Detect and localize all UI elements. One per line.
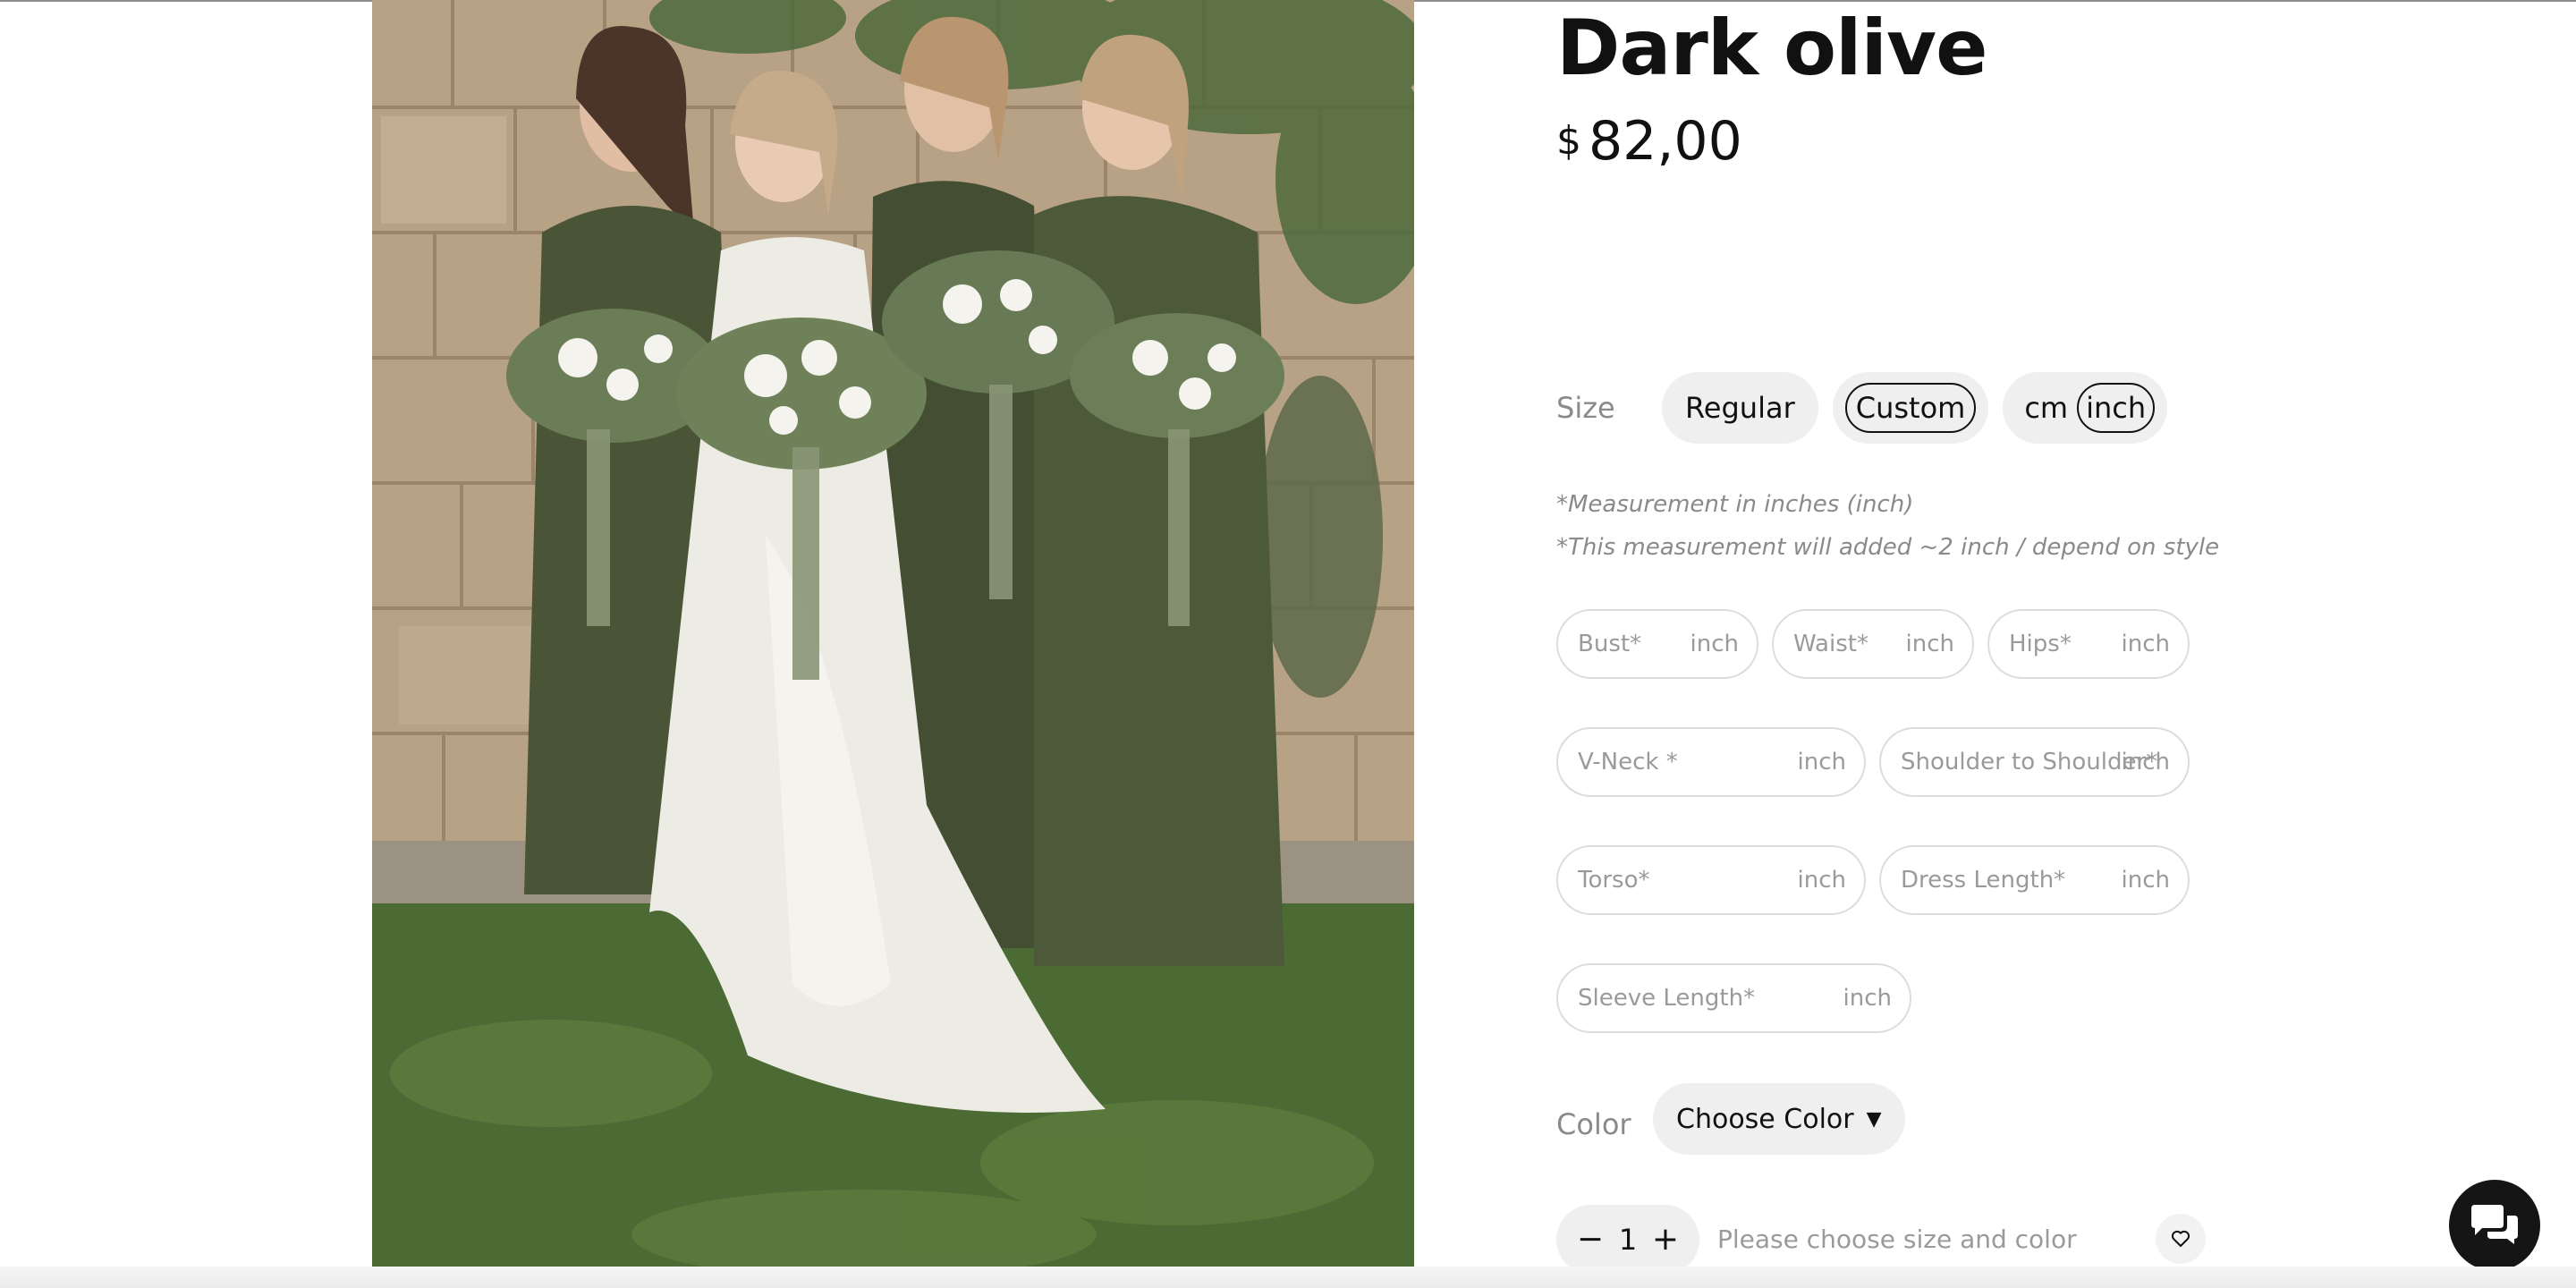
size-option-custom-wrapper: Custom (1832, 372, 1989, 444)
shoulder-field-unit: inch (2121, 749, 2170, 775)
sleeve-length-field[interactable]: Sleeve Length* inch (1556, 963, 1911, 1033)
product-title: Dark olive (1556, 4, 1987, 93)
bust-field[interactable]: Bust* inch (1556, 609, 1758, 679)
dress-length-field-unit: inch (2121, 867, 2170, 894)
bust-field-unit: inch (1690, 631, 1739, 657)
hips-field-unit: inch (2121, 631, 2170, 657)
unit-option-cm[interactable]: cm (2015, 383, 2077, 433)
quantity-increase-button[interactable]: + (1649, 1224, 1682, 1256)
sleeve-length-field-placeholder: Sleeve Length* (1578, 985, 1756, 1012)
measurement-note-unit: *Measurement in inches (inch) (1556, 491, 1914, 518)
wishlist-button[interactable] (2156, 1214, 2206, 1264)
bust-field-placeholder: Bust* (1578, 631, 1642, 657)
hips-field[interactable]: Hips* inch (1987, 609, 2190, 679)
shoulder-field-placeholder: Shoulder to Shoulder* (1901, 749, 2158, 775)
bottom-bar (0, 1267, 2576, 1288)
color-selector: Color Choose Color ▼ (1556, 1082, 1905, 1156)
quantity-stepper: − 1 + (1556, 1205, 1699, 1275)
measurement-note-allowance: *This measurement will added ~2 inch / d… (1556, 534, 2220, 561)
chat-widget-button[interactable] (2449, 1180, 2540, 1271)
choose-color-dropdown[interactable]: Choose Color ▼ (1653, 1083, 1905, 1155)
chat-icon (2471, 1205, 2518, 1244)
unit-option-inch[interactable]: inch (2077, 383, 2156, 433)
waist-field-unit: inch (1905, 631, 1954, 657)
dress-length-field-placeholder: Dress Length* (1901, 867, 2066, 894)
quantity-decrease-button[interactable]: − (1574, 1224, 1606, 1256)
size-label: Size (1556, 391, 1615, 425)
quantity-value: 1 (1618, 1223, 1638, 1257)
dress-length-field[interactable]: Dress Length* inch (1879, 845, 2190, 915)
measurement-notes: *Measurement in inches (inch) *This meas… (1556, 483, 2219, 569)
v-neck-field-placeholder: V-Neck * (1578, 749, 1678, 775)
waist-field[interactable]: Waist* inch (1772, 609, 1974, 679)
v-neck-field[interactable]: V-Neck * inch (1556, 727, 1866, 797)
caret-down-icon: ▼ (1866, 1107, 1882, 1131)
torso-field-placeholder: Torso* (1578, 867, 1650, 894)
size-selector: Size Regular Custom cm inch (1556, 372, 2182, 444)
v-neck-field-unit: inch (1797, 749, 1846, 775)
price-amount: 82,00 (1589, 110, 1742, 173)
product-price: $82,00 (1556, 106, 1742, 191)
add-to-cart-hint[interactable]: Please choose size and color (1717, 1205, 2077, 1275)
hips-field-placeholder: Hips* (2009, 631, 2072, 657)
torso-field[interactable]: Torso* inch (1556, 845, 1866, 915)
price-currency: $ (1556, 118, 1581, 164)
size-option-custom[interactable]: Custom (1844, 383, 1977, 433)
sleeve-length-field-unit: inch (1843, 985, 1892, 1012)
size-option-regular-wrapper: Regular (1662, 372, 1818, 444)
torso-field-unit: inch (1797, 867, 1846, 894)
product-image[interactable] (372, 0, 1414, 1267)
choose-color-label: Choose Color (1676, 1103, 1854, 1135)
shoulder-to-shoulder-field[interactable]: Shoulder to Shoulder* inch (1879, 727, 2190, 797)
product-photo-illustration (372, 0, 1414, 1267)
heart-icon (2171, 1230, 2190, 1247)
color-label: Color (1556, 1107, 1631, 1141)
waist-field-placeholder: Waist* (1793, 631, 1868, 657)
unit-toggle: cm inch (2003, 372, 2168, 444)
size-option-regular[interactable]: Regular (1674, 383, 1806, 433)
